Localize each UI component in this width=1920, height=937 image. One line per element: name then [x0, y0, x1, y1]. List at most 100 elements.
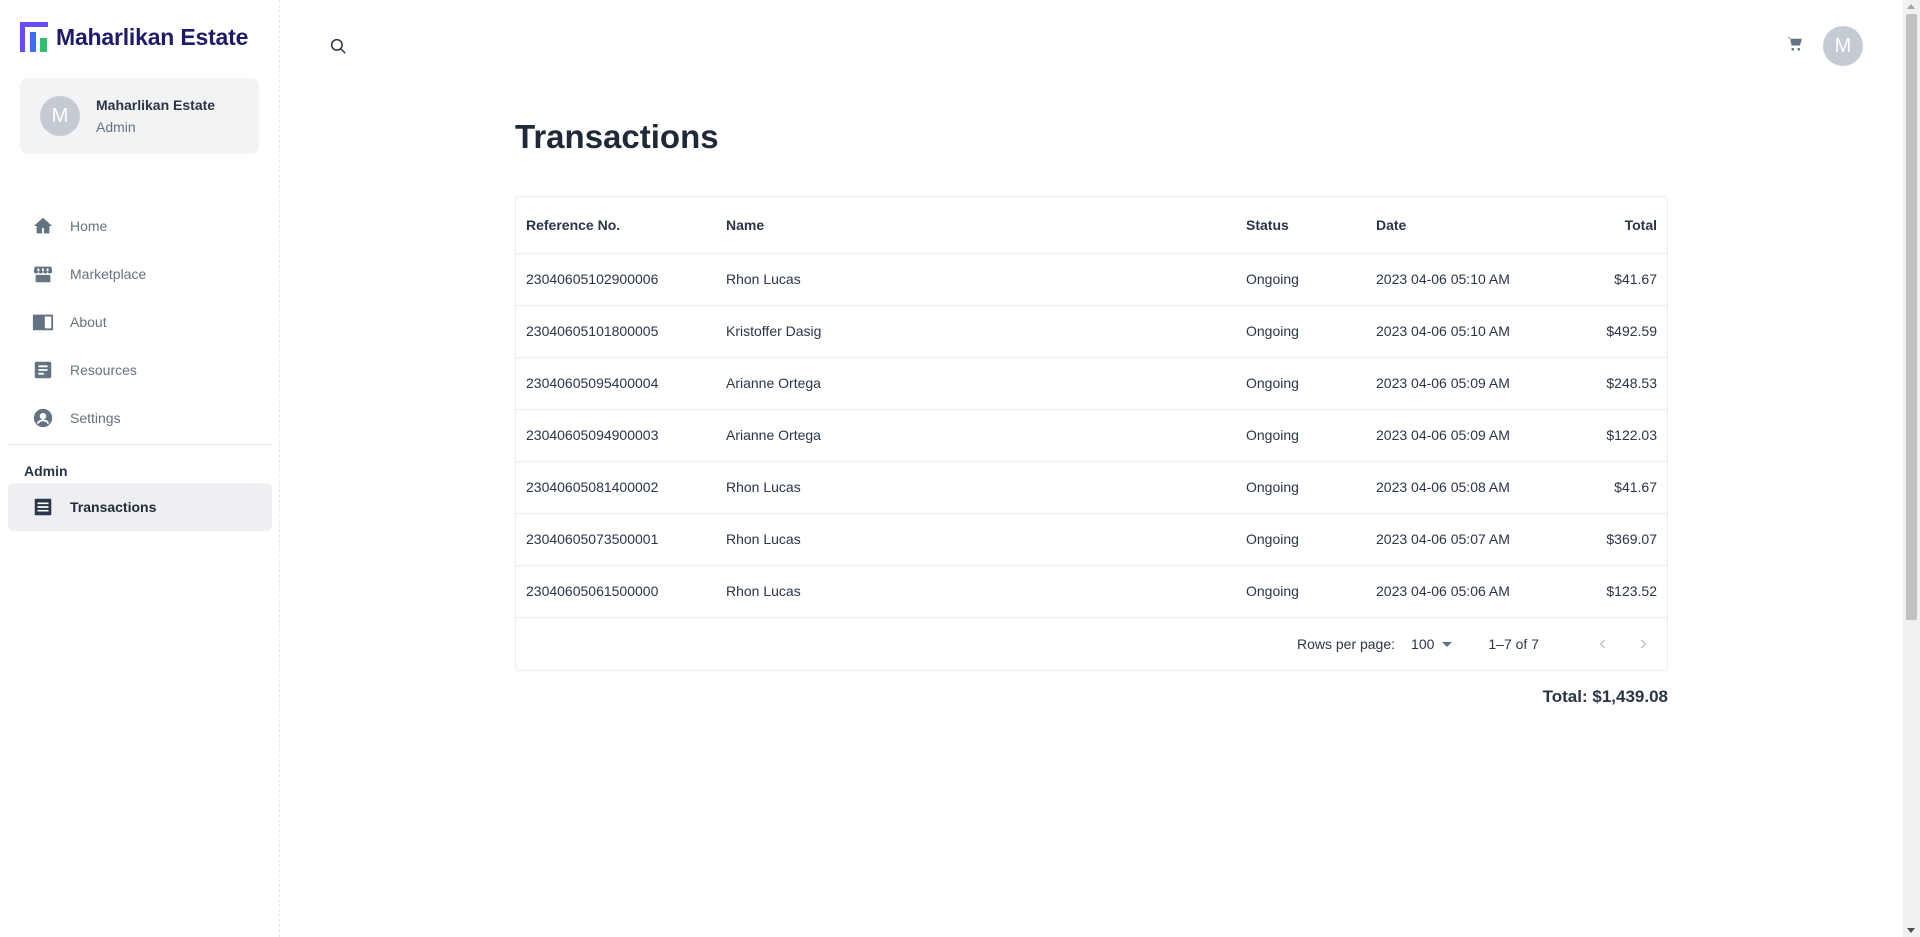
cell-date: 2023 04-06 05:07 AM	[1376, 531, 1510, 547]
cell-date: 2023 04-06 05:08 AM	[1376, 479, 1510, 495]
column-header-total[interactable]: Total	[1566, 197, 1667, 254]
cell-date: 2023 04-06 05:09 AM	[1376, 375, 1510, 391]
cell-name: Kristoffer Dasig	[726, 323, 822, 339]
cell-date: 2023 04-06 05:10 AM	[1376, 323, 1510, 339]
table-row[interactable]: 23040605102900006 Rhon Lucas Ongoing 202…	[516, 253, 1667, 305]
transactions-table-card: Reference No. Name Status Date Total 230…	[515, 196, 1668, 671]
chevron-right-icon	[1640, 639, 1647, 649]
previous-page-button[interactable]	[1591, 632, 1615, 656]
cart-icon	[1786, 35, 1804, 58]
table-row[interactable]: 23040605061500000 Rhon Lucas Ongoing 202…	[516, 565, 1667, 617]
cell-status: Ongoing	[1246, 531, 1299, 547]
account-role: Admin	[96, 119, 136, 135]
user-avatar-button[interactable]: M	[1823, 26, 1863, 66]
cell-total: $41.67	[1614, 479, 1657, 495]
nav-item-about[interactable]: About	[8, 298, 272, 346]
avatar: M	[40, 96, 80, 136]
store-icon	[32, 263, 54, 285]
nav-item-resources[interactable]: Resources	[8, 346, 272, 394]
cell-total: $248.53	[1606, 375, 1657, 391]
cell-status: Ongoing	[1246, 583, 1299, 599]
cell-reference: 23040605073500001	[526, 531, 659, 547]
column-header-date[interactable]: Date	[1366, 197, 1566, 254]
account-name: Maharlikan Estate	[96, 97, 216, 113]
cell-status: Ongoing	[1246, 323, 1299, 339]
nav-item-label: About	[70, 314, 107, 330]
table-row[interactable]: 23040605081400002 Rhon Lucas Ongoing 202…	[516, 461, 1667, 513]
table-row[interactable]: 23040605095400004 Arianne Ortega Ongoing…	[516, 357, 1667, 409]
nav-item-label: Settings	[70, 410, 121, 426]
page-scrollbar[interactable]	[1903, 0, 1920, 937]
cell-date: 2023 04-06 05:10 AM	[1376, 271, 1510, 287]
scroll-up-arrow-icon[interactable]	[1907, 4, 1915, 9]
table-row[interactable]: 23040605094900003 Arianne Ortega Ongoing…	[516, 409, 1667, 461]
cell-reference: 23040605081400002	[526, 479, 659, 495]
column-header-status[interactable]: Status	[1236, 197, 1366, 254]
cell-total: $123.52	[1606, 583, 1657, 599]
search-button[interactable]	[326, 36, 350, 60]
transactions-table: Reference No. Name Status Date Total 230…	[516, 197, 1667, 618]
cell-total: $122.03	[1606, 427, 1657, 443]
grand-total: Total: $1,439.08	[1542, 687, 1668, 706]
sidebar: Maharlikan Estate M Maharlikan Estate Ad…	[0, 0, 280, 937]
cell-total: $369.07	[1606, 531, 1657, 547]
chevron-left-icon	[1599, 639, 1606, 649]
nav-item-label: Marketplace	[70, 266, 147, 282]
page-title: Transactions	[515, 118, 719, 155]
brand[interactable]: Maharlikan Estate	[20, 22, 248, 52]
cell-status: Ongoing	[1246, 271, 1299, 287]
pagination-range: 1–7 of 7	[1488, 636, 1539, 652]
cell-name: Rhon Lucas	[726, 271, 801, 287]
table-pagination: Rows per page: 100 1–7 of 7	[516, 618, 1667, 670]
search-icon	[329, 37, 347, 60]
rows-per-page-label: Rows per page:	[1296, 636, 1396, 652]
scrollbar-thumb[interactable]	[1906, 14, 1917, 620]
cart-button[interactable]	[1783, 34, 1807, 58]
caret-down-icon	[1442, 641, 1453, 647]
nav-section-label: Admin	[24, 463, 68, 479]
nav-item-settings[interactable]: Settings	[8, 394, 272, 442]
receipt-icon	[32, 496, 54, 518]
cell-name: Rhon Lucas	[726, 583, 801, 599]
cell-reference: 23040605061500000	[526, 583, 659, 599]
account-card[interactable]: M Maharlikan Estate Admin	[20, 78, 259, 154]
document-icon	[32, 359, 54, 381]
cell-date: 2023 04-06 05:09 AM	[1376, 427, 1510, 443]
nav-item-label: Transactions	[70, 499, 157, 515]
nav-item-home[interactable]: Home	[8, 202, 272, 250]
scroll-down-arrow-icon[interactable]	[1907, 928, 1915, 933]
column-header-name[interactable]: Name	[716, 197, 1236, 254]
account-circle-icon	[32, 407, 54, 429]
cell-reference: 23040605095400004	[526, 375, 659, 391]
home-icon	[32, 215, 54, 237]
cell-total: $41.67	[1614, 271, 1657, 287]
next-page-button[interactable]	[1631, 632, 1655, 656]
cell-status: Ongoing	[1246, 375, 1299, 391]
table-header-row: Reference No. Name Status Date Total	[516, 197, 1667, 254]
nav-item-label: Resources	[70, 362, 137, 378]
nav-divider	[8, 444, 272, 445]
cell-reference: 23040605101800005	[526, 323, 659, 339]
cell-date: 2023 04-06 05:06 AM	[1376, 583, 1510, 599]
brand-name: Maharlikan Estate	[56, 23, 249, 50]
cell-status: Ongoing	[1246, 427, 1299, 443]
table-row[interactable]: 23040605101800005 Kristoffer Dasig Ongoi…	[516, 305, 1667, 357]
cell-name: Arianne Ortega	[726, 427, 821, 443]
cell-name: Arianne Ortega	[726, 375, 821, 391]
rows-per-page-select[interactable]: 100	[1411, 636, 1453, 652]
cell-reference: 23040605094900003	[526, 427, 659, 443]
column-header-reference[interactable]: Reference No.	[516, 197, 716, 254]
brand-logo-icon	[20, 22, 48, 52]
table-row[interactable]: 23040605073500001 Rhon Lucas Ongoing 202…	[516, 513, 1667, 565]
nav-menu: Home Marketplace About Resources Setting…	[0, 202, 280, 531]
cell-total: $492.59	[1606, 323, 1657, 339]
nav-item-label: Home	[70, 218, 108, 234]
rows-per-page-value: 100	[1411, 636, 1435, 652]
cell-reference: 23040605102900006	[526, 271, 659, 287]
book-icon	[32, 311, 54, 333]
nav-item-marketplace[interactable]: Marketplace	[8, 250, 272, 298]
cell-name: Rhon Lucas	[726, 479, 801, 495]
cell-status: Ongoing	[1246, 479, 1299, 495]
cell-name: Rhon Lucas	[726, 531, 801, 547]
nav-item-transactions[interactable]: Transactions	[8, 483, 272, 531]
